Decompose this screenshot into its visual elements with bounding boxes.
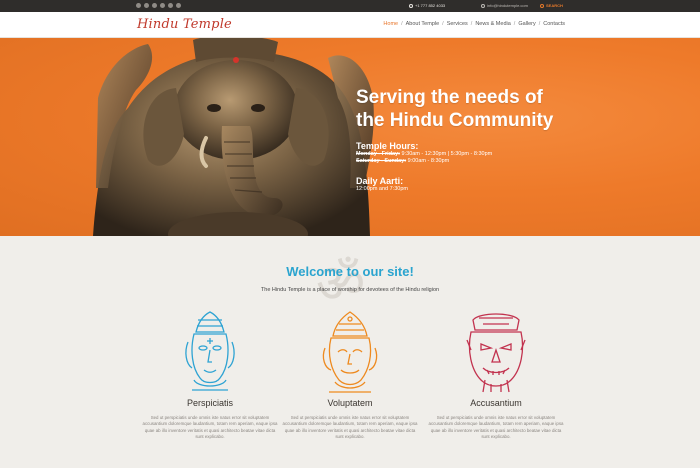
top-utility-bar: +1 777 852 4033 info@hindutemple.com SEA… [0, 0, 700, 12]
site-logo[interactable]: Hindu Temple [137, 17, 232, 32]
weekend-hours: Saturday - Sunday: 9:00am - 8:30pm [356, 158, 450, 164]
site-header: Hindu Temple Home / About Temple / Servi… [0, 12, 700, 38]
ganesha-statue-image [93, 38, 374, 236]
nav-contacts[interactable]: Contacts [543, 21, 565, 27]
hero-content: Serving the needs of the Hindu Community… [356, 86, 576, 193]
search-icon [540, 4, 544, 8]
aarti-times: 12:00pm and 7:30pm [356, 186, 408, 192]
feature-title: Accusantium [470, 398, 522, 408]
main-navigation: Home / About Temple / Services / News & … [383, 21, 565, 27]
hero-banner: Serving the needs of the Hindu Community… [0, 38, 700, 236]
orange-deity-face-icon [322, 311, 378, 393]
pinterest-icon[interactable] [160, 3, 165, 8]
nav-separator: / [513, 21, 516, 27]
daily-aarti-title: Daily Aarti: [356, 176, 404, 186]
feature-perspiciatis: Perspiciatis Sed ut perspiciatis unde om… [140, 310, 280, 441]
hero-title: Serving the needs of the Hindu Community [356, 87, 554, 131]
nav-home[interactable]: Home [383, 21, 398, 27]
feature-voluptatem: Voluptatem Sed ut perspiciatis unde omni… [280, 310, 420, 441]
red-mask-face-icon [466, 313, 526, 393]
nav-separator: / [442, 21, 444, 27]
email-link[interactable]: info@hindutemple.com [481, 3, 528, 8]
nav-separator: / [470, 21, 473, 27]
welcome-subtitle: The Hindu Temple is a place of worship f… [260, 287, 440, 293]
twitter-icon[interactable] [144, 3, 149, 8]
phone-number[interactable]: +1 777 852 4033 [409, 3, 445, 8]
nav-gallery[interactable]: Gallery [518, 21, 535, 27]
feature-text: Sed ut perspiciatis unde omnis iste natu… [428, 415, 564, 440]
facebook-icon[interactable] [152, 3, 157, 8]
rss-icon[interactable] [176, 3, 181, 8]
feature-accusantium: Accusantium Sed ut perspiciatis unde omn… [426, 310, 566, 441]
om-watermark-icon: ॐ [316, 252, 366, 315]
social-links [136, 3, 181, 8]
social-icon[interactable] [136, 3, 141, 8]
weekday-hours: Monday - Friday: 9:30am - 12:30pm | 5:30… [356, 151, 493, 157]
email-icon [481, 4, 485, 8]
nav-news-media[interactable]: News & Media [475, 21, 510, 27]
welcome-title: Welcome to our site! [286, 264, 414, 279]
nav-separator: / [401, 21, 403, 27]
blue-deity-face-icon [185, 311, 235, 391]
feature-text: Sed ut perspiciatis unde omnis iste natu… [282, 415, 418, 440]
phone-icon [409, 4, 413, 8]
daily-aarti: Daily Aarti: 12:00pm and 7:30pm [356, 176, 576, 193]
feature-title: Perspiciatis [186, 398, 233, 408]
welcome-section: ॐ Welcome to our site! The Hindu Temple … [0, 236, 700, 468]
page-frame: +1 777 852 4033 info@hindutemple.com SEA… [0, 0, 700, 468]
nav-about-temple[interactable]: About Temple [406, 21, 440, 27]
temple-hours-title: Temple Hours: [356, 141, 419, 151]
googleplus-icon[interactable] [168, 3, 173, 8]
nav-services[interactable]: Services [447, 21, 468, 27]
feature-title: Voluptatem [327, 398, 373, 408]
temple-hours: Temple Hours: Monday - Friday: 9:30am - … [356, 141, 576, 165]
search-button[interactable]: SEARCH [540, 3, 563, 8]
feature-text: Sed ut perspiciatis unde omnis iste natu… [142, 415, 278, 440]
nav-separator: / [538, 21, 541, 27]
